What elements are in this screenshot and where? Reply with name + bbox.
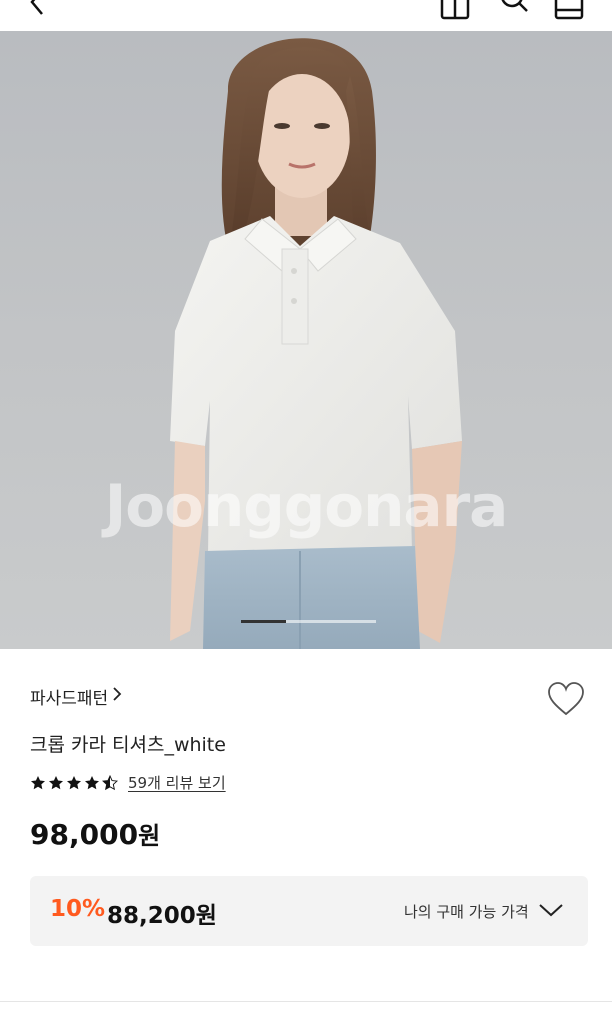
back-chevron-icon[interactable] <box>24 0 50 26</box>
star-half-icon <box>102 774 118 790</box>
rating-stars <box>30 774 118 791</box>
star-icon <box>67 775 81 789</box>
wishlist-heart-icon[interactable] <box>547 681 585 721</box>
price-unit: 원 <box>138 822 161 850</box>
brand-link[interactable]: 파사드패턴 <box>30 684 122 709</box>
review-link[interactable]: 59개 리뷰 보기 <box>128 772 226 793</box>
carousel-progress-indicator <box>241 620 376 623</box>
discounted-price: 88,200원 <box>107 903 217 929</box>
product-title: 크롭 카라 티셔츠_white <box>30 734 226 756</box>
product-photo <box>170 38 462 649</box>
my-price-panel[interactable]: 10% 88,200원 나의 구매 가능 가격 <box>30 876 588 946</box>
carousel-progress-active <box>241 620 286 623</box>
search-icon[interactable] <box>500 0 530 26</box>
cart-icon[interactable] <box>440 0 470 26</box>
rating-row: 59개 리뷰 보기 <box>30 772 226 793</box>
brand-name: 파사드패턴 <box>30 689 109 709</box>
watermark-text: Joonggonara <box>104 472 509 540</box>
top-navigation-bar <box>0 0 612 31</box>
discount-percent: 10% <box>50 896 106 922</box>
chevron-right-icon <box>112 686 122 707</box>
section-divider <box>0 1001 612 1002</box>
shopping-bag-icon[interactable] <box>554 0 584 26</box>
star-icon <box>85 775 99 789</box>
star-icon <box>31 775 45 789</box>
chevron-down-icon[interactable] <box>538 902 564 922</box>
product-price: 98,000원 <box>30 816 160 851</box>
price-amount: 98,000 <box>30 818 139 851</box>
product-image-carousel[interactable]: Joonggonara <box>0 31 612 649</box>
star-icon <box>49 775 63 789</box>
my-price-label: 나의 구매 가능 가격 <box>404 903 529 921</box>
